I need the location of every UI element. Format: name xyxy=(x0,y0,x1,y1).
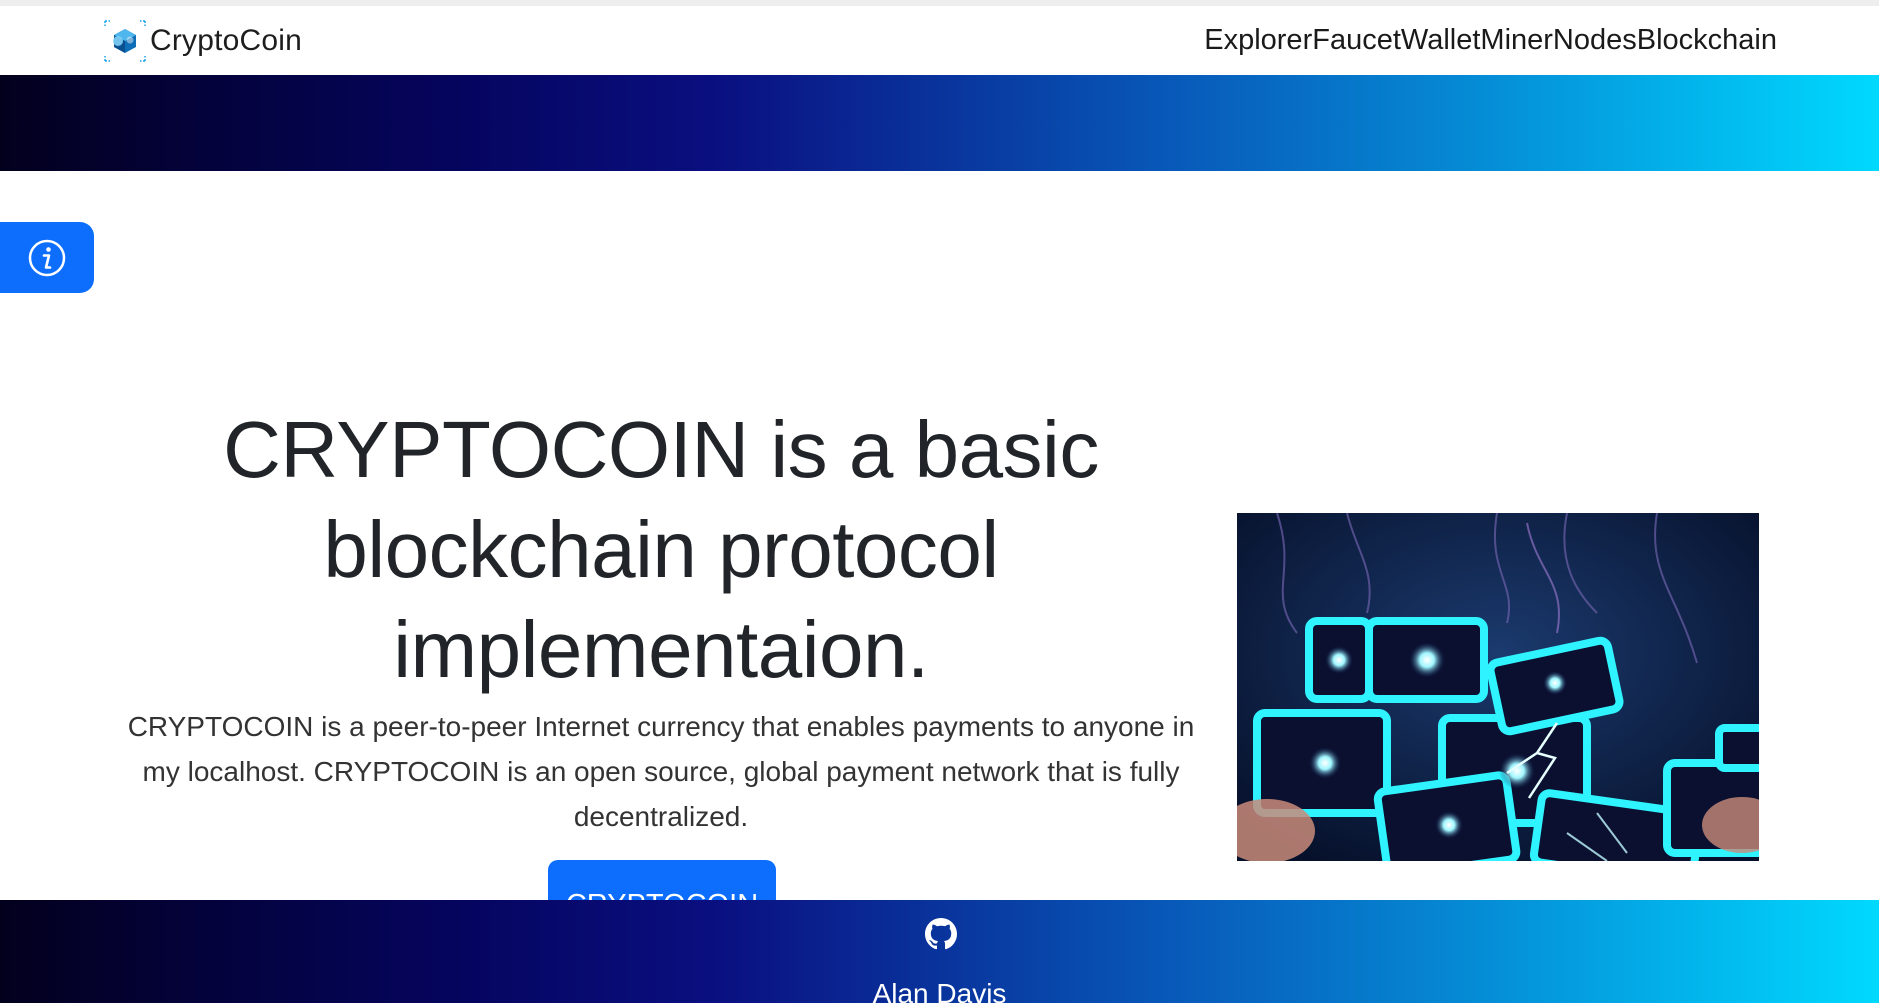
info-circle-icon xyxy=(28,239,66,276)
info-tab-button[interactable] xyxy=(0,222,94,293)
nav-explorer[interactable]: Explorer xyxy=(1204,24,1312,57)
page: CryptoCoin Explorer Faucet Wallet Miner … xyxy=(0,0,1879,1003)
brand-name: CryptoCoin xyxy=(150,24,303,57)
navbar: CryptoCoin Explorer Faucet Wallet Miner … xyxy=(0,6,1879,75)
blockchain-illustration xyxy=(1237,513,1759,861)
nav-links: Explorer Faucet Wallet Miner Nodes Block… xyxy=(1204,24,1777,57)
nav-miner[interactable]: Miner xyxy=(1480,24,1553,57)
footer: Alan Davis xyxy=(0,900,1879,1003)
nav-wallet[interactable]: Wallet xyxy=(1401,24,1481,57)
cube-logo-icon xyxy=(104,20,146,62)
github-icon[interactable] xyxy=(925,918,957,950)
nav-nodes[interactable]: Nodes xyxy=(1553,24,1637,57)
hero-description: CRYPTOCOIN is a peer-to-peer Internet cu… xyxy=(127,711,1195,832)
nav-blockchain[interactable]: Blockchain xyxy=(1637,24,1777,57)
nav-faucet[interactable]: Faucet xyxy=(1312,24,1401,57)
gradient-banner xyxy=(0,75,1879,171)
hero-title: CRYPTOCOIN is a basic blockchain protoco… xyxy=(223,405,1099,694)
glowing-blockchain-cubes-image xyxy=(1237,513,1759,861)
brand-link[interactable]: CryptoCoin xyxy=(102,18,302,64)
footer-author: Alan Davis xyxy=(872,978,1007,1003)
